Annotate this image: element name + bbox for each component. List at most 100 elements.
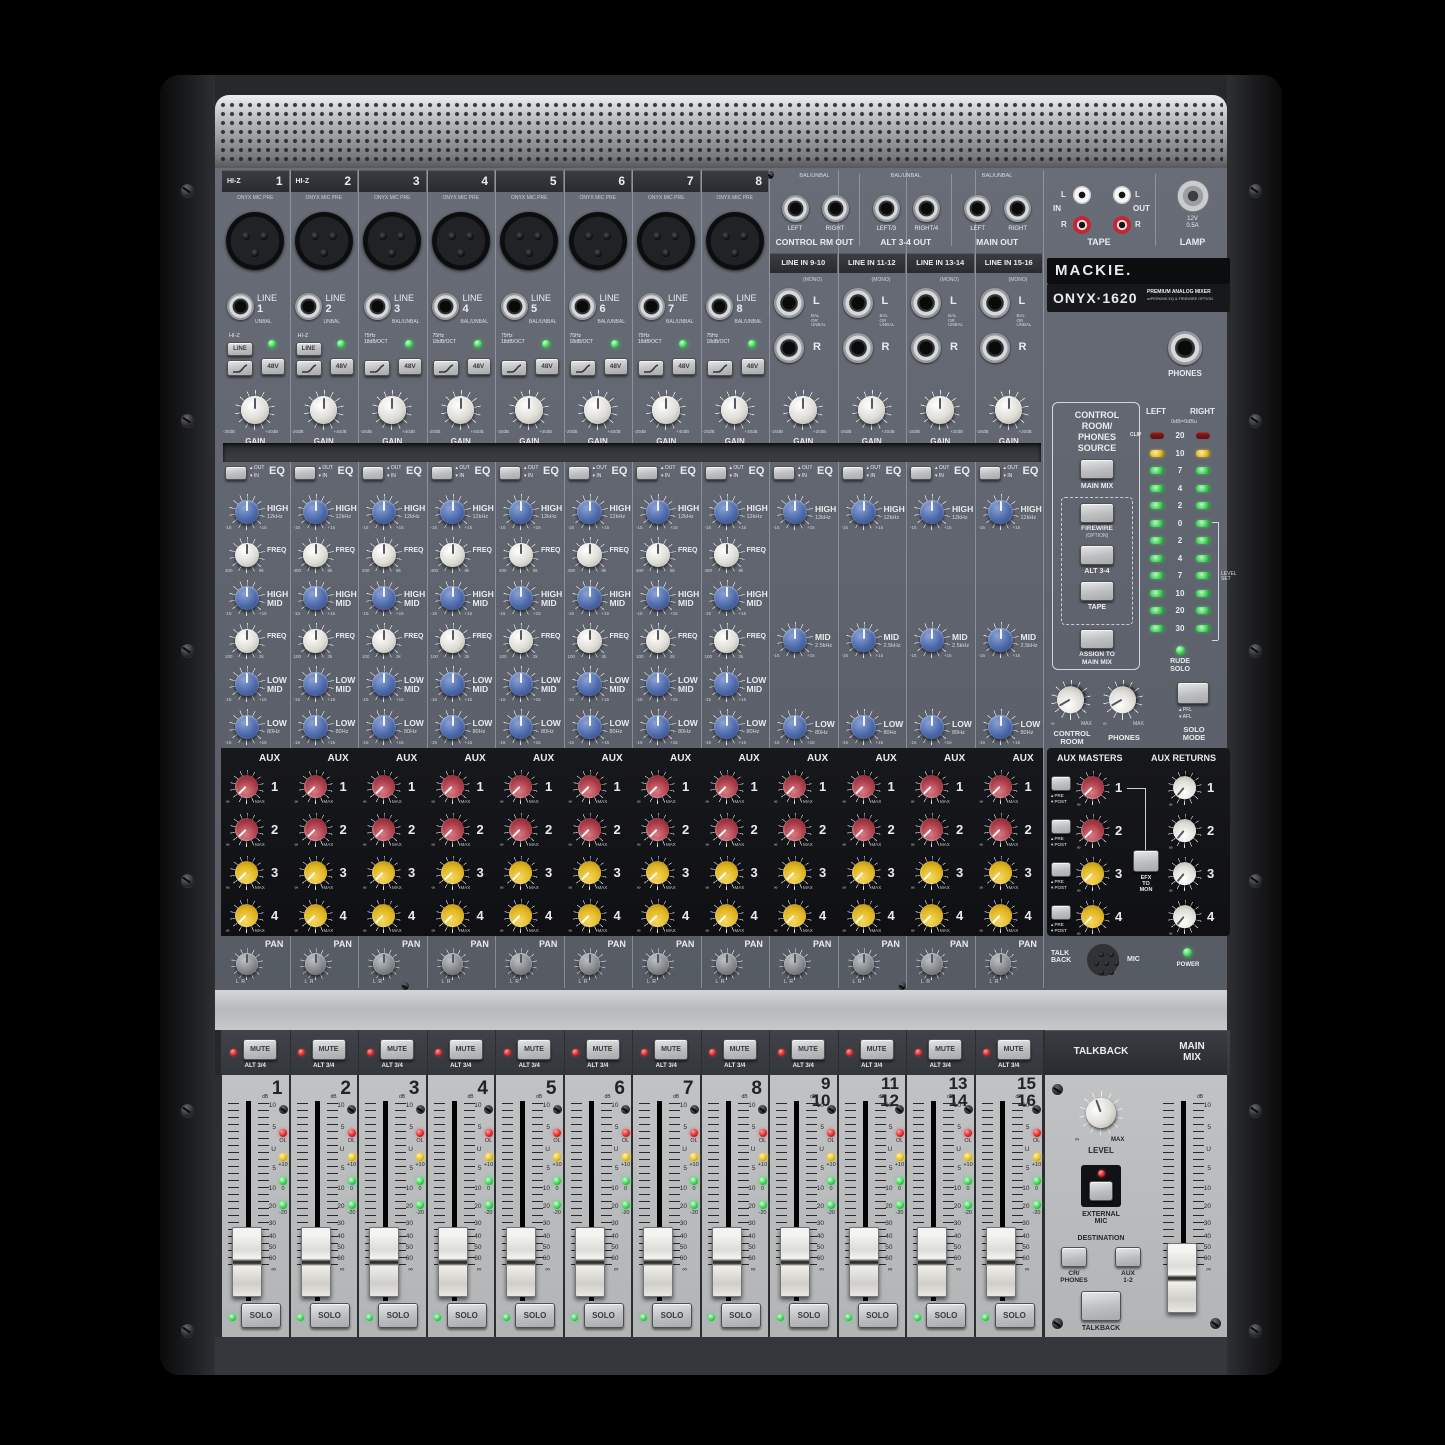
talkback-level-knob[interactable]: [1079, 1091, 1123, 1135]
low-cut-button[interactable]: [570, 360, 596, 376]
mute-button[interactable]: MUTE: [654, 1039, 688, 1060]
solo-button[interactable]: SOLO: [310, 1303, 350, 1328]
pan-knob[interactable]: [231, 948, 263, 980]
talkback-button[interactable]: [1081, 1291, 1121, 1321]
fader-cap[interactable]: [986, 1227, 1016, 1297]
aux-return-knob[interactable]: [1168, 771, 1202, 805]
mute-button[interactable]: MUTE: [243, 1039, 277, 1060]
pan-knob[interactable]: [711, 948, 743, 980]
hiz-line-button[interactable]: LINE: [296, 342, 322, 356]
pan-knob[interactable]: [916, 948, 948, 980]
pan-knob[interactable]: [368, 948, 400, 980]
solo-mode-button[interactable]: [1177, 682, 1209, 704]
pan-knob[interactable]: [505, 948, 537, 980]
low-cut-button[interactable]: [433, 360, 459, 376]
aux-master-knob[interactable]: [1076, 814, 1110, 848]
solo-button[interactable]: SOLO: [995, 1303, 1035, 1328]
fader-cap[interactable]: [849, 1227, 879, 1297]
pan-knob[interactable]: [574, 948, 606, 980]
aux-master-prepost-button[interactable]: [1051, 905, 1071, 920]
fader-cap[interactable]: [369, 1227, 399, 1297]
solo-button[interactable]: SOLO: [515, 1303, 555, 1328]
assign-to-main-mix-button[interactable]: [1080, 629, 1114, 649]
source-alt34-button[interactable]: [1080, 545, 1114, 565]
aux-master-knob[interactable]: [1076, 900, 1110, 934]
phantom-48v-button[interactable]: 48V: [604, 358, 628, 375]
phantom-48v-button[interactable]: 48V: [741, 358, 765, 375]
fader-cap[interactable]: [917, 1227, 947, 1297]
aux-master-prepost-button[interactable]: [1051, 776, 1071, 791]
aux-return-knob[interactable]: [1168, 814, 1202, 848]
eq-in-out-button[interactable]: [568, 466, 590, 480]
phantom-48v-button[interactable]: 48V: [467, 358, 491, 375]
solo-button[interactable]: SOLO: [858, 1303, 898, 1328]
mute-button[interactable]: MUTE: [586, 1039, 620, 1060]
pan-knob[interactable]: [985, 948, 1017, 980]
mute-button[interactable]: MUTE: [860, 1039, 894, 1060]
phantom-48v-button[interactable]: 48V: [398, 358, 422, 375]
gain-knob[interactable]: [578, 390, 618, 430]
mute-button[interactable]: MUTE: [928, 1039, 962, 1060]
source-main-mix-button[interactable]: [1080, 459, 1114, 479]
mute-button[interactable]: MUTE: [517, 1039, 551, 1060]
phantom-48v-button[interactable]: 48V: [535, 358, 559, 375]
solo-button[interactable]: SOLO: [584, 1303, 624, 1328]
source-firewire-button[interactable]: [1080, 503, 1114, 523]
control-room-knob[interactable]: [1051, 680, 1091, 720]
solo-button[interactable]: SOLO: [652, 1303, 692, 1328]
mute-button[interactable]: MUTE: [723, 1039, 757, 1060]
gain-knob[interactable]: [852, 390, 892, 430]
solo-button[interactable]: SOLO: [447, 1303, 487, 1328]
eq-in-out-button[interactable]: [362, 466, 384, 480]
fader-cap[interactable]: [780, 1227, 810, 1297]
eq-in-out-button[interactable]: [499, 466, 521, 480]
solo-button[interactable]: SOLO: [241, 1303, 281, 1328]
fader-cap[interactable]: [301, 1227, 331, 1297]
pan-knob[interactable]: [300, 948, 332, 980]
gain-knob[interactable]: [304, 390, 344, 430]
fader-cap[interactable]: [1167, 1243, 1197, 1313]
low-cut-button[interactable]: [501, 360, 527, 376]
low-cut-button[interactable]: [364, 360, 390, 376]
eq-in-out-button[interactable]: [910, 466, 932, 480]
aux-master-prepost-button[interactable]: [1051, 819, 1071, 834]
fader-cap[interactable]: [643, 1227, 673, 1297]
low-cut-button[interactable]: [296, 360, 322, 376]
hiz-line-button[interactable]: LINE: [227, 342, 253, 356]
eq-in-out-button[interactable]: [773, 466, 795, 480]
phantom-48v-button[interactable]: 48V: [672, 358, 696, 375]
solo-button[interactable]: SOLO: [789, 1303, 829, 1328]
fader-cap[interactable]: [232, 1227, 262, 1297]
gain-knob[interactable]: [372, 390, 412, 430]
gain-knob[interactable]: [646, 390, 686, 430]
gain-knob[interactable]: [783, 390, 823, 430]
gain-knob[interactable]: [235, 390, 275, 430]
gain-knob[interactable]: [920, 390, 960, 430]
low-cut-button[interactable]: [707, 360, 733, 376]
aux-return-knob[interactable]: [1168, 900, 1202, 934]
phones-knob[interactable]: [1103, 680, 1143, 720]
gain-knob[interactable]: [509, 390, 549, 430]
gain-knob[interactable]: [989, 390, 1029, 430]
eq-in-out-button[interactable]: [225, 466, 247, 480]
mute-button[interactable]: MUTE: [380, 1039, 414, 1060]
eq-in-out-button[interactable]: [842, 466, 864, 480]
pan-knob[interactable]: [437, 948, 469, 980]
aux-return-knob[interactable]: [1168, 857, 1202, 891]
dest-aux12-button[interactable]: [1115, 1247, 1141, 1267]
fader-cap[interactable]: [506, 1227, 536, 1297]
pan-knob[interactable]: [779, 948, 811, 980]
eq-in-out-button[interactable]: [979, 466, 1001, 480]
efx-to-mon-button[interactable]: [1133, 850, 1159, 872]
gain-knob[interactable]: [441, 390, 481, 430]
aux-master-prepost-button[interactable]: [1051, 862, 1071, 877]
solo-button[interactable]: SOLO: [378, 1303, 418, 1328]
solo-button[interactable]: SOLO: [926, 1303, 966, 1328]
mute-button[interactable]: MUTE: [312, 1039, 346, 1060]
aux-master-knob[interactable]: [1076, 857, 1110, 891]
mute-button[interactable]: MUTE: [791, 1039, 825, 1060]
phantom-48v-button[interactable]: 48V: [261, 358, 285, 375]
gain-knob[interactable]: [715, 390, 755, 430]
low-cut-button[interactable]: [638, 360, 664, 376]
eq-in-out-button[interactable]: [431, 466, 453, 480]
